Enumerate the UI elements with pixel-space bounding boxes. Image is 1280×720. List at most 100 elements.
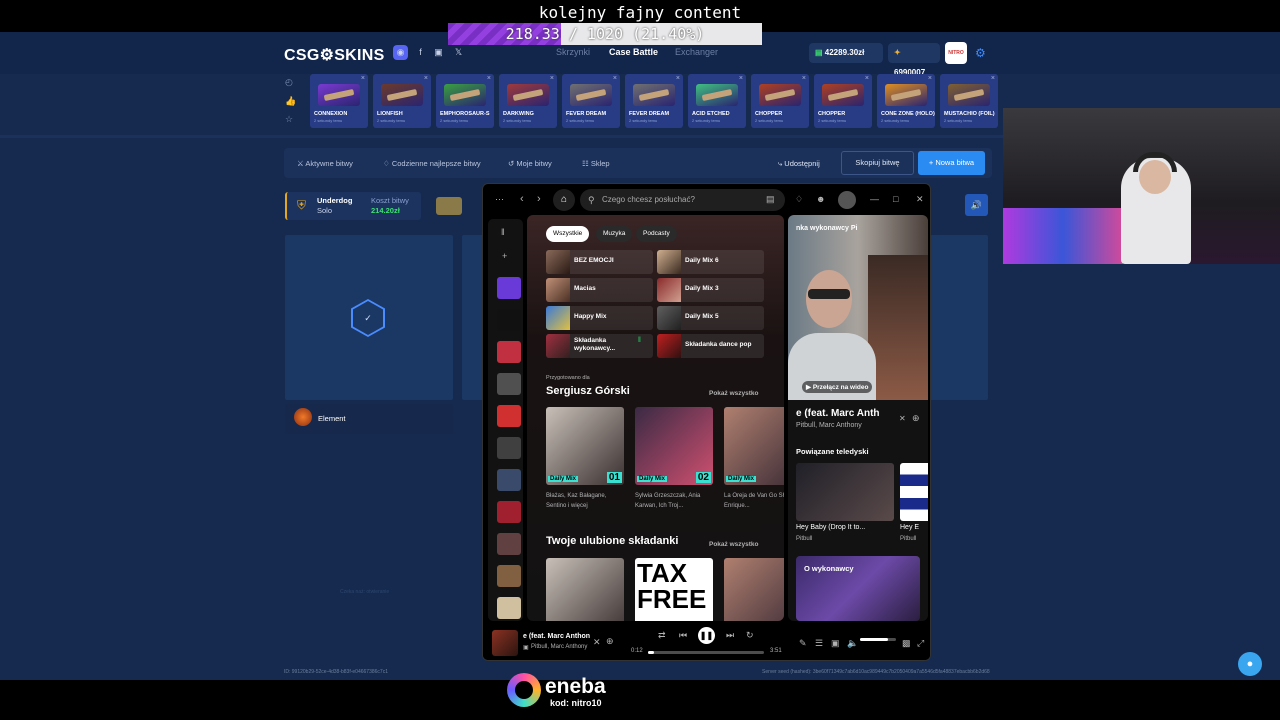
shortcut-tile[interactable]: Happy Mix xyxy=(546,306,653,330)
close-icon[interactable]: × xyxy=(676,75,680,82)
instagram-icon[interactable]: ▣ xyxy=(431,45,446,60)
more-icon[interactable]: ⋯ xyxy=(495,194,504,205)
subnav-daily-best[interactable]: ♢ Codzienne najlepsze bitwy xyxy=(383,159,481,168)
back-icon[interactable]: ‹ xyxy=(520,193,524,205)
volume-icon[interactable]: 🔊 xyxy=(965,194,988,216)
shortcut-tile[interactable]: Daily Mix 3 xyxy=(657,278,764,302)
chip-music[interactable]: Muzyka xyxy=(596,226,633,242)
close-icon[interactable]: × xyxy=(487,75,491,82)
home-icon[interactable]: ⌂ xyxy=(553,189,575,211)
case-card[interactable]: CONNEXION 2 sekundy temu × xyxy=(310,74,368,128)
progress-bar[interactable] xyxy=(648,651,764,654)
library-item[interactable] xyxy=(497,437,521,459)
shortcut-tile[interactable]: Składanka dance pop xyxy=(657,334,764,358)
previous-icon[interactable]: ⏮ xyxy=(679,630,687,641)
case-card[interactable]: CHOPPER 2 sekundy temu × xyxy=(814,74,872,128)
shortcut-tile[interactable]: Daily Mix 6 xyxy=(657,250,764,274)
library-item[interactable] xyxy=(497,501,521,523)
about-artist-card[interactable]: O wykonawcy xyxy=(796,556,920,621)
close-icon[interactable]: × xyxy=(550,75,554,82)
volume-slider[interactable] xyxy=(860,638,896,641)
close-icon[interactable]: × xyxy=(739,75,743,82)
case-card[interactable]: MUSTACHIO (FOIL) 2 sekundy temu × xyxy=(940,74,998,128)
close-icon[interactable]: × xyxy=(865,75,869,82)
library-item[interactable] xyxy=(497,341,521,363)
close-icon[interactable]: ✕ xyxy=(916,194,924,205)
daily-mix-card[interactable]: Daily Mix xyxy=(724,407,784,485)
video-title[interactable]: Hey Baby (Drop It to... xyxy=(796,524,865,531)
case-card[interactable]: FEVER DREAM 2 sekundy temu × xyxy=(562,74,620,128)
close-icon[interactable]: × xyxy=(613,75,617,82)
forward-icon[interactable]: › xyxy=(537,193,541,205)
library-item[interactable] xyxy=(497,405,521,427)
case-card[interactable]: ACID ETCHED 2 sekundy temu × xyxy=(688,74,746,128)
bell-icon[interactable]: ♢ xyxy=(795,194,803,205)
browse-icon[interactable]: ▤ xyxy=(766,194,775,205)
add-circle-icon[interactable]: ⊕ xyxy=(606,636,614,647)
subnav-shop[interactable]: ☷ Sklep xyxy=(582,159,610,168)
add-icon[interactable]: + xyxy=(502,251,507,261)
case-card[interactable]: DARKWING 2 sekundy temu × xyxy=(499,74,557,128)
chat-icon[interactable]: ● xyxy=(1238,652,1262,676)
balance-display[interactable]: ▤ 42289.30zł xyxy=(809,43,883,63)
case-card[interactable]: CHOPPER 2 sekundy temu × xyxy=(751,74,809,128)
star-icon[interactable]: ☆ xyxy=(285,114,293,125)
miniplayer-icon[interactable]: ▩ xyxy=(902,638,911,649)
minimize-icon[interactable]: — xyxy=(870,194,879,204)
case-card[interactable]: CONE ZONE (HOLO) 2 sekundy temu × xyxy=(877,74,935,128)
devices-icon[interactable]: ▣ xyxy=(831,638,840,649)
pause-button[interactable]: ❚❚ xyxy=(698,627,715,644)
thumbs-up-icon[interactable]: 👍 xyxy=(285,96,296,107)
avatar[interactable]: NITRO xyxy=(945,42,967,64)
case-card[interactable]: FEVER DREAM 2 sekundy temu × xyxy=(625,74,683,128)
next-icon[interactable]: ⏭ xyxy=(726,630,734,641)
shortcut-tile[interactable]: Daily Mix 5 xyxy=(657,306,764,330)
subnav-active-battles[interactable]: ⚔ Aktywne bitwy xyxy=(297,159,353,168)
chip-podcasts[interactable]: Podcasty xyxy=(636,226,677,242)
subnav-my-battles[interactable]: ↺ Moje bitwy xyxy=(508,159,552,168)
maximize-icon[interactable]: □ xyxy=(893,194,898,204)
close-icon[interactable]: ✕ xyxy=(899,414,906,423)
chip-all[interactable]: Wszystkie xyxy=(546,226,590,242)
queue-icon[interactable]: ☰ xyxy=(815,638,823,649)
case-card[interactable]: LIONFISH 2 sekundy temu × xyxy=(373,74,431,128)
daily-mix-card[interactable]: Daily Mix 01 xyxy=(546,407,624,485)
microphone-icon[interactable]: ✎ xyxy=(799,638,807,649)
shuffle-icon[interactable]: ⇄ xyxy=(658,630,666,641)
library-item[interactable] xyxy=(497,533,521,555)
points-display[interactable]: ✦ 6990007 xyxy=(888,43,940,77)
profile-avatar[interactable] xyxy=(838,191,856,209)
volume-icon[interactable]: 🔈 xyxy=(847,638,858,649)
shortcut-tile[interactable]: Składanka wykonawcy... xyxy=(546,334,653,358)
library-item[interactable] xyxy=(497,469,521,491)
friends-icon[interactable]: ☻ xyxy=(816,194,825,204)
copy-battle-button[interactable]: Skopiuj bitwę xyxy=(841,151,914,175)
close-icon[interactable]: × xyxy=(802,75,806,82)
search-input[interactable]: Czego chcesz posłuchać? xyxy=(580,189,785,211)
switch-video-button[interactable]: ▶ Przełącz na wideo xyxy=(802,381,873,393)
library-item[interactable] xyxy=(497,597,521,619)
library-item[interactable] xyxy=(497,565,521,587)
favorite-card[interactable]: TAX FREE xyxy=(635,558,713,621)
related-video-thumb[interactable] xyxy=(796,463,894,521)
video-title[interactable]: Hey E xyxy=(900,524,919,531)
favorite-card[interactable] xyxy=(724,558,784,621)
library-item[interactable] xyxy=(497,309,521,331)
add-circle-icon[interactable]: ⊕ xyxy=(912,413,920,424)
close-icon[interactable]: × xyxy=(928,75,932,82)
case-card[interactable]: EMPHOROSAUR-S 2 sekundy temu × xyxy=(436,74,494,128)
show-all-link[interactable]: Pokaż wszystko xyxy=(709,390,759,397)
x-icon[interactable]: 𝕏 xyxy=(451,45,466,60)
shortcut-tile[interactable]: Macias xyxy=(546,278,653,302)
favorite-card[interactable] xyxy=(546,558,624,621)
show-all-link[interactable]: Pokaż wszystko xyxy=(709,541,759,548)
repeat-icon[interactable]: ↻ xyxy=(746,630,754,641)
daily-mix-card[interactable]: Daily Mix 02 xyxy=(635,407,713,485)
close-icon[interactable]: × xyxy=(424,75,428,82)
site-logo[interactable]: CSG⚙SKINS xyxy=(284,45,385,65)
share-button[interactable]: ⤷ Udostępnij xyxy=(778,153,820,174)
clock-icon[interactable]: ◴ xyxy=(285,77,293,88)
track-artist[interactable]: Pitbull, Marc Anthony xyxy=(531,644,587,650)
library-icon[interactable]: ‖ xyxy=(501,227,505,237)
fullscreen-icon[interactable]: ⤢ xyxy=(917,638,924,649)
